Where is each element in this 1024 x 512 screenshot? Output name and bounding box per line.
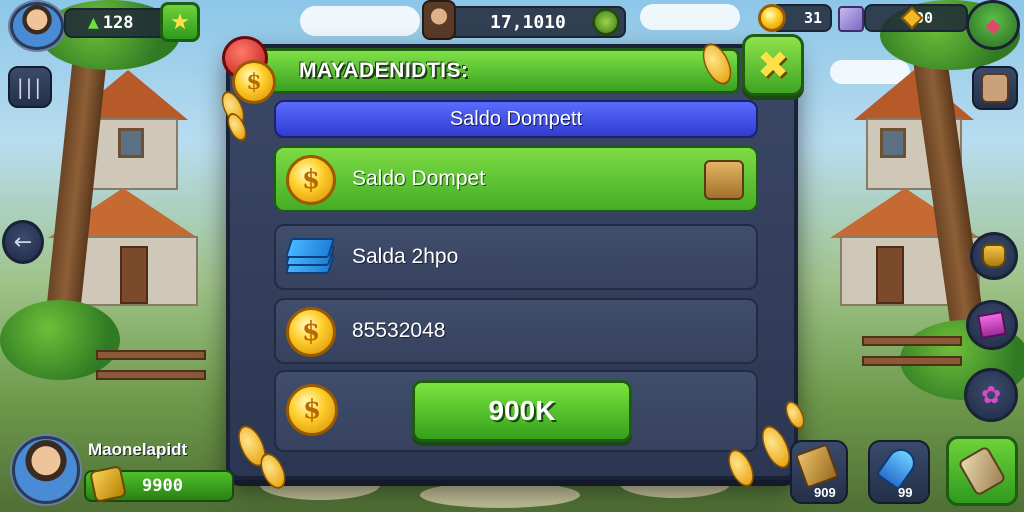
arrow-left-icon: ← xyxy=(13,229,33,255)
dialog-subheader: Saldo Dompett xyxy=(274,100,758,138)
wrench-icon xyxy=(957,445,1007,497)
side-character-button[interactable] xyxy=(972,66,1018,110)
dialog-header: MAYADENIDTIS: xyxy=(240,48,740,94)
fence xyxy=(96,350,206,360)
fence xyxy=(862,336,962,346)
top-right-value-1: 31 xyxy=(803,9,822,27)
cash-option-row[interactable]: Salda 2hpo xyxy=(274,224,758,290)
gift-box-icon xyxy=(838,6,864,32)
side-item-button-3[interactable]: ✿ xyxy=(964,368,1018,422)
row-icon-slot: $ xyxy=(284,153,338,207)
cloud xyxy=(640,4,740,30)
bell-icon xyxy=(982,244,1006,268)
menu-bars-icon: ||| xyxy=(16,75,44,99)
profile-badge-button[interactable]: ◆ xyxy=(966,0,1020,50)
close-x-icon: ✖ xyxy=(757,43,789,87)
coin-amount-row[interactable]: $ 85532048 xyxy=(274,298,758,364)
wallet-balance-dialog: MAYADENIDTIS: Saldo Dompett $ Saldo Domp… xyxy=(226,44,798,480)
item-1-count: 909 xyxy=(814,485,836,500)
back-button[interactable]: ← xyxy=(2,220,44,264)
fence xyxy=(96,370,206,380)
level-up-button[interactable]: ★ xyxy=(160,2,200,42)
cash-option-label: Salda 2hpo xyxy=(352,245,459,268)
rocket-icon xyxy=(875,443,921,491)
green-arrow-icon: ▲ xyxy=(88,15,99,31)
wallet-icon xyxy=(704,160,744,200)
green-gem-icon xyxy=(592,8,620,36)
close-button[interactable]: ✖ xyxy=(742,34,804,96)
menu-button[interactable]: ||| xyxy=(8,66,52,108)
player-card[interactable]: Maonelapidt 9900 xyxy=(4,432,280,508)
hammer-icon xyxy=(794,443,840,489)
side-item-button-2[interactable] xyxy=(966,300,1018,350)
coin-icon: $ xyxy=(286,384,338,436)
red-gem-icon: ◆ xyxy=(985,13,1001,37)
cloud xyxy=(300,6,420,36)
player-name: Maonelapidt xyxy=(88,440,188,459)
top-center-value: 17,1010 xyxy=(490,11,566,33)
character-face-icon xyxy=(981,73,1009,103)
character-portrait-icon xyxy=(422,0,456,40)
player-avatar[interactable] xyxy=(10,2,64,50)
wallet-option-label: Saldo Dompet xyxy=(352,167,486,190)
bottom-item-button-2[interactable]: 99 xyxy=(868,440,930,504)
star-icon: ★ xyxy=(170,9,190,35)
player-balance-value: 9900 xyxy=(142,476,183,496)
coin-amount-label: 85532048 xyxy=(352,319,446,342)
pink-box-icon xyxy=(977,310,1007,340)
dialog-title: MAYADENIDTIS: xyxy=(299,59,469,82)
player-card-avatar xyxy=(12,436,80,504)
wallet-option-row[interactable]: $ Saldo Dompet xyxy=(274,146,758,212)
build-button[interactable] xyxy=(946,436,1018,506)
row-icon-slot: $ xyxy=(284,305,338,359)
stone-path xyxy=(420,482,580,508)
side-item-button-1[interactable] xyxy=(970,232,1018,280)
coin-icon: $ xyxy=(286,307,336,357)
gold-bag-icon xyxy=(89,465,127,503)
bottom-item-button-1[interactable]: 909 xyxy=(790,440,848,504)
fence xyxy=(862,356,962,366)
buy-button[interactable]: 900K xyxy=(412,380,632,442)
bush xyxy=(0,300,120,380)
coin-icon: $ xyxy=(286,155,336,205)
top-left-value: 128 xyxy=(102,13,134,33)
item-2-count: 99 xyxy=(898,485,913,500)
header-coin-icon: $ xyxy=(232,60,276,104)
flower-icon: ✿ xyxy=(980,381,1002,409)
gold-pile-icon xyxy=(758,4,786,32)
cash-stack-icon xyxy=(284,236,336,280)
